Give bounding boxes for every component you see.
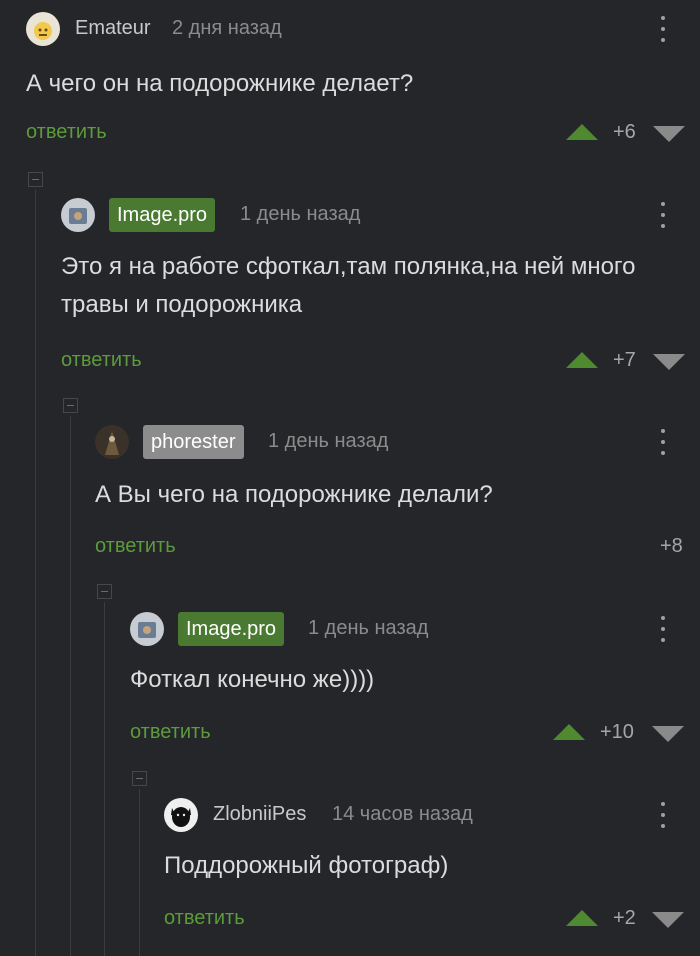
comment-score: +7 — [613, 349, 636, 371]
comment-header: Emateur 2 дня назад — [26, 12, 700, 46]
author-badge[interactable]: Image.pro — [109, 198, 216, 232]
collapse-thread-icon[interactable] — [132, 771, 147, 786]
thread-line — [70, 416, 71, 956]
more-vertical-icon[interactable] — [660, 200, 666, 230]
author-name[interactable]: ZlobniiPes — [213, 803, 306, 826]
upvote-arrow-icon[interactable] — [553, 724, 585, 740]
reply-link[interactable]: ответить — [61, 349, 142, 372]
comment-time: 14 часов назад — [332, 803, 473, 825]
collapse-thread-icon[interactable] — [63, 398, 78, 413]
comment-score: +8 — [660, 535, 683, 557]
author-badge[interactable]: phorester — [143, 425, 244, 459]
comment: Image.pro 1 день назад Фоткал конечно же… — [130, 612, 700, 752]
thread-line — [104, 602, 105, 956]
thread-line — [35, 190, 36, 956]
downvote-arrow-icon[interactable] — [653, 354, 685, 370]
avatar[interactable] — [95, 425, 129, 459]
reply-link[interactable]: ответить — [130, 721, 211, 744]
author-name[interactable]: Emateur — [75, 17, 151, 40]
downvote-arrow-icon[interactable] — [652, 912, 684, 928]
comment-text: А Вы чего на подорожнике делали? — [95, 481, 493, 508]
avatar[interactable] — [61, 198, 95, 232]
author-badge[interactable]: Image.pro — [178, 612, 285, 646]
comment-text: А чего он на подорожнике делает? — [26, 70, 414, 97]
comment-header: Image.pro 1 день назад — [61, 198, 700, 232]
more-vertical-icon[interactable] — [660, 800, 666, 830]
comment-text: Поддорожный фотограф) — [164, 852, 449, 879]
comment: phorester 1 день назад А Вы чего на подо… — [95, 425, 700, 565]
upvote-arrow-icon[interactable] — [566, 124, 598, 140]
more-vertical-icon[interactable] — [660, 614, 666, 644]
comment-header: Image.pro 1 день назад — [130, 612, 700, 646]
avatar[interactable] — [26, 12, 60, 46]
downvote-arrow-icon[interactable] — [652, 726, 684, 742]
comment: Emateur 2 дня назад А чего он на подорож… — [26, 12, 700, 152]
comment-time: 2 дня назад — [172, 17, 282, 39]
downvote-arrow-icon[interactable] — [653, 126, 685, 142]
comment-header: phorester 1 день назад — [95, 425, 700, 459]
comment-score: +6 — [613, 121, 636, 143]
upvote-arrow-icon[interactable] — [566, 910, 598, 926]
comment-score: +10 — [600, 721, 634, 743]
avatar[interactable] — [130, 612, 164, 646]
collapse-thread-icon[interactable] — [97, 584, 112, 599]
reply-link[interactable]: ответить — [95, 535, 176, 558]
comment-time: 1 день назад — [308, 617, 429, 639]
comment-score: +2 — [613, 907, 636, 929]
more-vertical-icon[interactable] — [660, 427, 666, 457]
collapse-thread-icon[interactable] — [28, 172, 43, 187]
comment-text: Это я на работе сфоткал,там полянка,на н… — [61, 253, 636, 318]
thread-line — [139, 789, 140, 956]
more-vertical-icon[interactable] — [660, 14, 666, 44]
comment-time: 1 день назад — [240, 203, 361, 225]
comment-text: Фоткал конечно же)))) — [130, 666, 375, 693]
reply-link[interactable]: ответить — [164, 907, 245, 930]
comment: Image.pro 1 день назад Это я на работе с… — [61, 198, 700, 378]
comment: ZlobniiPes 14 часов назад Поддорожный фо… — [164, 798, 700, 938]
comment-time: 1 день назад — [268, 430, 389, 452]
upvote-arrow-icon[interactable] — [566, 352, 598, 368]
comment-header: ZlobniiPes 14 часов назад — [164, 798, 700, 832]
reply-link[interactable]: ответить — [26, 121, 107, 144]
avatar[interactable] — [164, 798, 198, 832]
